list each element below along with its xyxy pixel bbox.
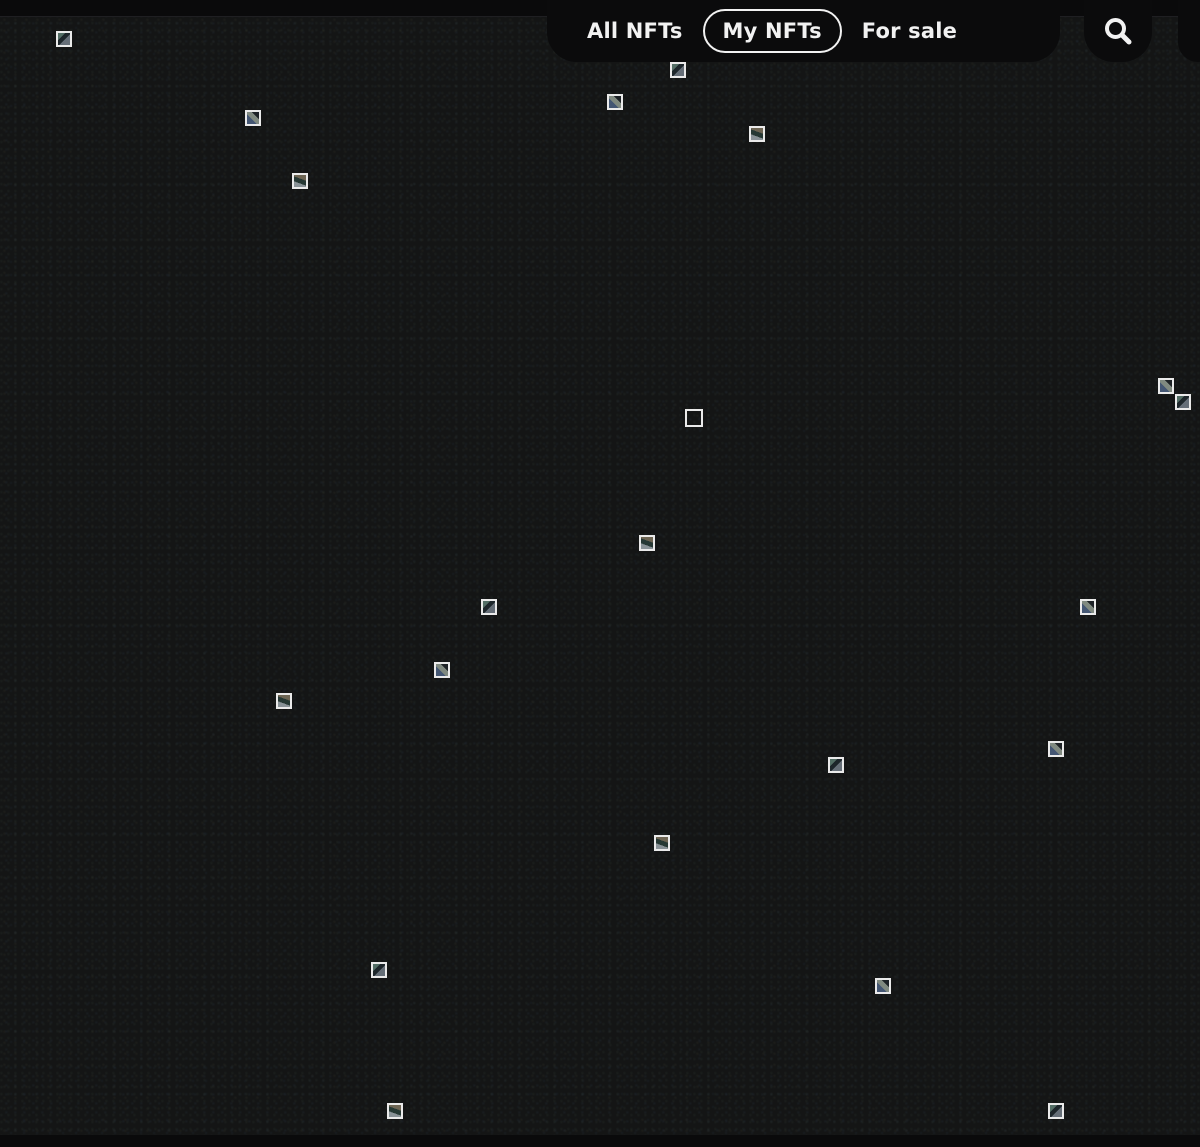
nft-marker[interactable]: [56, 31, 72, 47]
nft-marker[interactable]: [292, 173, 308, 189]
nft-marker[interactable]: [607, 94, 623, 110]
nft-marker[interactable]: [654, 835, 670, 851]
nft-marker[interactable]: [1175, 394, 1191, 410]
nft-filter-nav: All NFTs My NFTs For sale: [547, 0, 1060, 62]
search-icon: [1105, 18, 1132, 45]
nft-marker[interactable]: [639, 535, 655, 551]
nft-marker[interactable]: [828, 757, 844, 773]
nft-marker[interactable]: [1048, 1103, 1064, 1119]
nft-marker[interactable]: [1048, 741, 1064, 757]
tab-my-nfts[interactable]: My NFTs: [702, 9, 842, 53]
nft-marker[interactable]: [875, 978, 891, 994]
tab-all-nfts[interactable]: All NFTs: [569, 9, 701, 53]
nft-marker[interactable]: [1158, 378, 1174, 394]
nft-marker[interactable]: [481, 599, 497, 615]
menu-button-partial[interactable]: [1178, 0, 1200, 62]
nft-marker[interactable]: [371, 962, 387, 978]
nft-marker[interactable]: [670, 62, 686, 78]
nft-marker[interactable]: [749, 126, 765, 142]
nft-marker-empty[interactable]: [685, 409, 703, 427]
tab-for-sale[interactable]: For sale: [844, 9, 975, 53]
nft-marker[interactable]: [245, 110, 261, 126]
nft-marker[interactable]: [276, 693, 292, 709]
nft-marker[interactable]: [387, 1103, 403, 1119]
bottom-bar: [0, 1135, 1200, 1147]
nft-map-canvas[interactable]: [0, 0, 1200, 1147]
nft-marker[interactable]: [1080, 599, 1096, 615]
search-button[interactable]: [1084, 0, 1152, 62]
nft-marker[interactable]: [434, 662, 450, 678]
